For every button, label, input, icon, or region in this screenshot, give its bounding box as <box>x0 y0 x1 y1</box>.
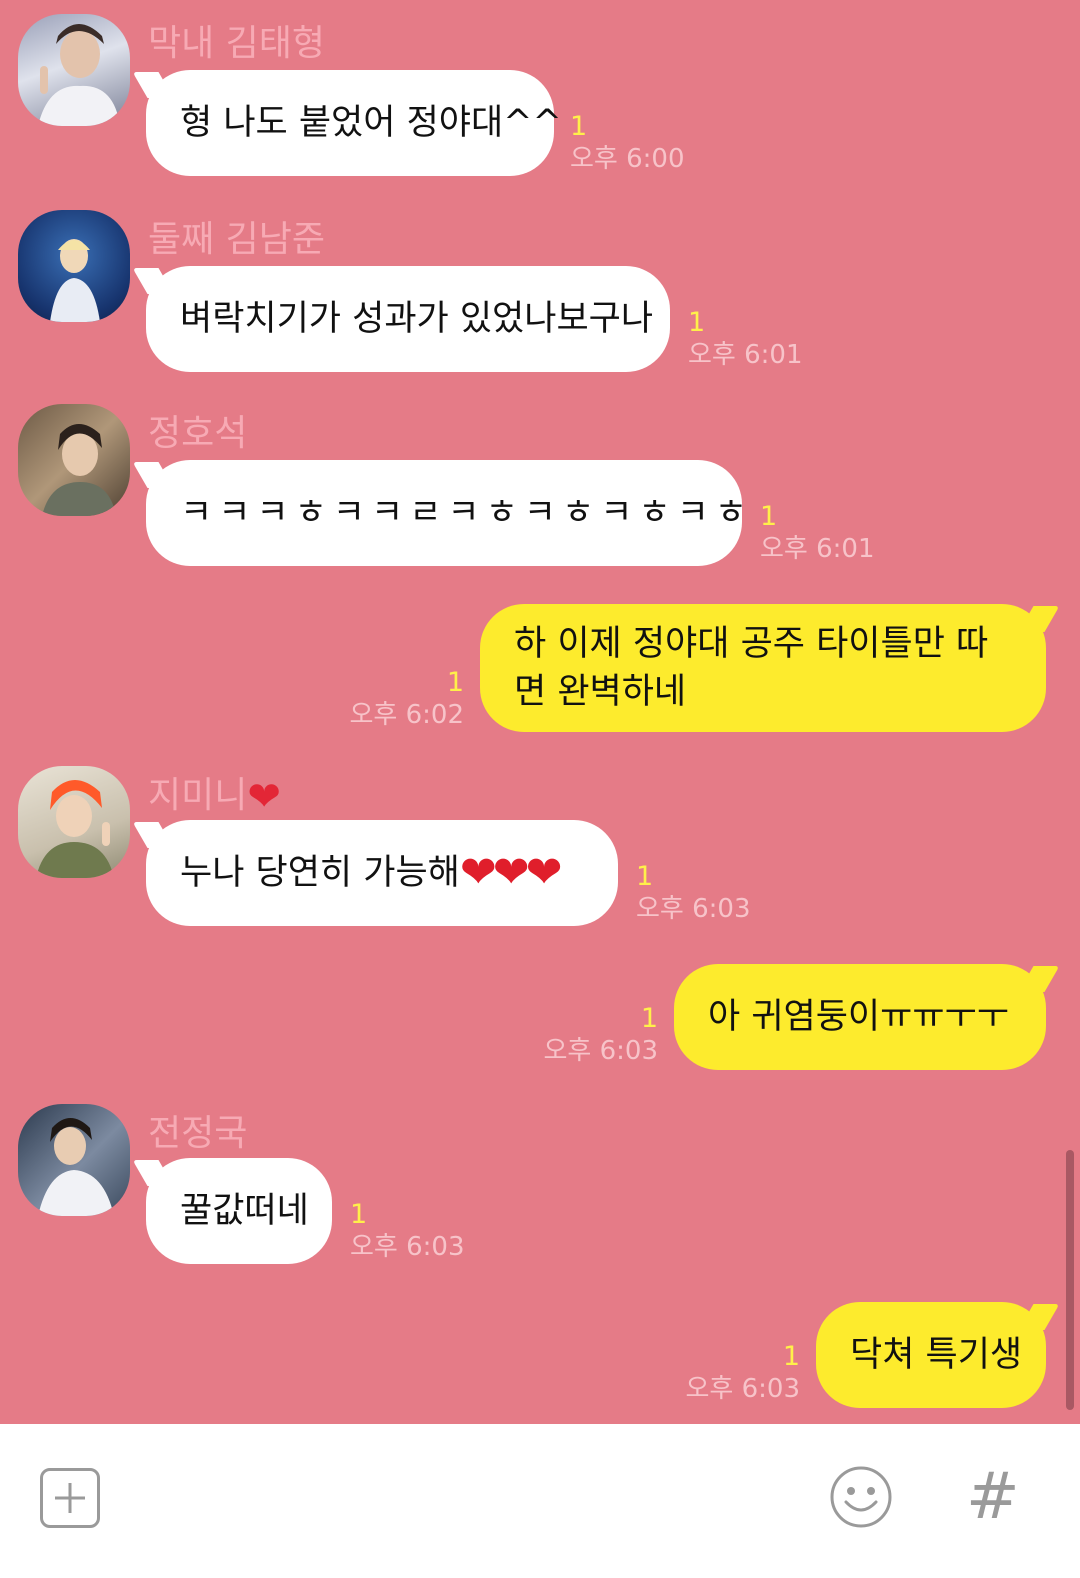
message-text: 벼락치기가 성과가 있었나보구나 <box>180 299 654 339</box>
timestamp: 오후 6:03 <box>685 1374 801 1404</box>
timestamp: 오후 6:03 <box>543 1036 659 1066</box>
message-meta: 1 오후 6:01 <box>760 502 875 566</box>
message-bubble[interactable]: 누나 당연히 가능해 ❤❤❤ <box>146 820 618 926</box>
message-text: 하 이제 정야대 공주 타이틀만 따면 완벽하네 <box>514 624 989 712</box>
avatar[interactable] <box>18 766 130 878</box>
unread-count: 1 <box>446 667 464 698</box>
message-meta: 1 오후 6:03 <box>686 1342 801 1406</box>
chat-area[interactable]: 막내 김태형 형 나도 붙었어 정야대^^ 1 오후 6:00 둘째 김남준 벼… <box>0 0 1080 1435</box>
unread-count: 1 <box>688 307 706 338</box>
plus-square-icon[interactable] <box>40 1468 100 1528</box>
message-bubble[interactable]: 꿀값떠네 <box>146 1158 332 1264</box>
sender-name: 막내 김태형 <box>148 23 326 64</box>
sender-name-text: 지미니 <box>148 775 248 816</box>
unread-count: 1 <box>636 861 654 892</box>
message-meta: 1 오후 6:03 <box>544 1004 659 1068</box>
message-bubble[interactable]: ㅋㅋㅋㅎㅋㅋㄹㅋㅎㅋㅎㅋㅎㅋㅎ <box>146 460 747 566</box>
message-bubble[interactable]: 벼락치기가 성과가 있었나보구나 <box>146 266 670 372</box>
message-text: 닥쳐 특기생 <box>850 1335 1023 1375</box>
hashtag-button[interactable]: # <box>966 1452 1020 1542</box>
avatar[interactable] <box>18 404 130 516</box>
message-row: 전정국 꿀값떠네 1 오후 6:03 <box>0 1090 1080 1280</box>
avatar[interactable] <box>18 1104 130 1216</box>
message-row: 1 오후 6:02 하 이제 정야대 공주 타이틀만 따면 완벽하네 <box>0 600 1080 740</box>
unread-count: 1 <box>782 1341 800 1372</box>
avatar[interactable] <box>18 210 130 322</box>
unread-count: 1 <box>570 111 588 142</box>
heart-icon: ❤ <box>247 774 281 820</box>
sender-name: 지미니❤ <box>148 766 281 820</box>
hearts-emoji: ❤❤❤ <box>459 847 563 898</box>
message-row: 정호석 ㅋㅋㅋㅎㅋㅋㄹㅋㅎㅋㅎㅋㅎㅋㅎ 1 오후 6:01 <box>0 390 1080 580</box>
message-text: 누나 당연히 가능해 <box>180 853 460 893</box>
sender-name: 둘째 김남준 <box>148 219 326 260</box>
avatar[interactable] <box>18 14 130 126</box>
message-text: 아 귀염둥이ㅠㅠㅜㅜ <box>708 997 1009 1037</box>
timestamp: 오후 6:01 <box>760 534 875 564</box>
message-row: 막내 김태형 형 나도 붙었어 정야대^^ 1 오후 6:00 <box>0 0 1080 190</box>
message-text: 형 나도 붙었어 정야대^^ <box>180 103 562 143</box>
message-meta: 1 오후 6:01 <box>688 308 803 372</box>
unread-count: 1 <box>350 1199 368 1230</box>
unread-count: 1 <box>640 1003 658 1034</box>
message-row: 1 오후 6:03 아 귀염둥이ㅠㅠㅜㅜ <box>0 960 1080 1080</box>
message-bubble[interactable]: 아 귀염둥이ㅠㅠㅜㅜ <box>674 964 1046 1070</box>
message-meta: 1 오후 6:03 <box>350 1200 465 1264</box>
message-row: 둘째 김남준 벼락치기가 성과가 있었나보구나 1 오후 6:01 <box>0 196 1080 386</box>
scrollbar[interactable] <box>1066 1150 1074 1410</box>
message-bubble[interactable]: 닥쳐 특기생 <box>816 1302 1046 1408</box>
smiley-icon[interactable] <box>828 1464 894 1530</box>
timestamp: 오후 6:01 <box>688 340 803 370</box>
message-meta: 1 오후 6:02 <box>350 668 465 732</box>
timestamp: 오후 6:03 <box>350 1232 465 1262</box>
message-meta: 1 오후 6:00 <box>570 112 685 176</box>
message-text: ㅋㅋㅋㅎㅋㅋㄹㅋㅎㅋㅎㅋㅎㅋㅎ <box>180 493 754 533</box>
sender-name: 전정국 <box>148 1113 248 1154</box>
message-bubble[interactable]: 형 나도 붙었어 정야대^^ <box>146 70 562 176</box>
unread-count: 1 <box>760 501 778 532</box>
message-row: 지미니❤ 누나 당연히 가능해 ❤❤❤ 1 오후 6:03 <box>0 752 1080 942</box>
timestamp: 오후 6:02 <box>349 700 465 730</box>
timestamp: 오후 6:03 <box>636 894 751 924</box>
message-text: 꿀값떠네 <box>180 1191 309 1231</box>
timestamp: 오후 6:00 <box>570 144 685 174</box>
message-row: 1 오후 6:03 닥쳐 특기생 <box>0 1298 1080 1418</box>
sender-name: 정호석 <box>148 413 248 454</box>
message-meta: 1 오후 6:03 <box>636 862 751 926</box>
message-bubble[interactable]: 하 이제 정야대 공주 타이틀만 따면 완벽하네 <box>480 604 1046 732</box>
input-bar: # <box>0 1424 1080 1578</box>
